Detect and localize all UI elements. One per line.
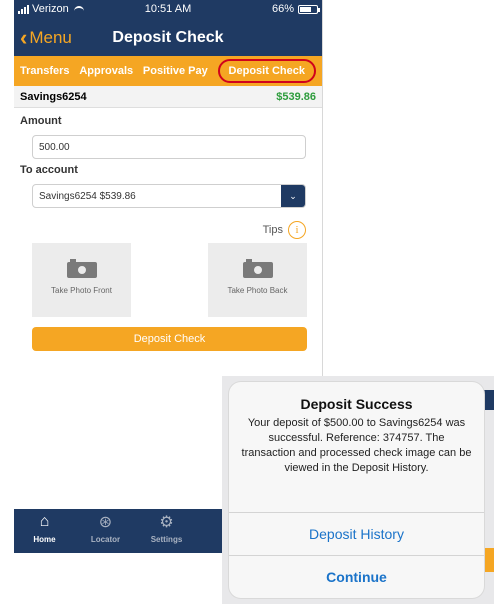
deposit-success-dialog: Deposit Success Your deposit of $500.00 … bbox=[229, 382, 484, 598]
status-bar: Verizon 10:51 AM 66% bbox=[14, 0, 322, 20]
to-account-select[interactable]: Savings6254 $539.86 ⌄ bbox=[32, 184, 306, 208]
account-summary: Savings6254 $539.86 bbox=[14, 86, 322, 108]
tabbar-settings[interactable]: ⚙ Settings bbox=[136, 509, 197, 553]
photo-back-label: Take Photo Back bbox=[227, 286, 288, 295]
tab-transfers[interactable]: Transfers bbox=[20, 65, 70, 77]
take-photo-back-button[interactable]: Take Photo Back bbox=[208, 243, 307, 317]
take-photo-front-button[interactable]: Take Photo Front bbox=[32, 243, 131, 317]
tab-positive-pay[interactable]: Positive Pay bbox=[143, 65, 208, 77]
tips-label: Tips bbox=[262, 224, 283, 236]
camera-icon bbox=[66, 258, 97, 278]
tab-approvals[interactable]: Approvals bbox=[79, 65, 133, 77]
deposit-history-button[interactable]: Deposit History bbox=[229, 512, 484, 555]
battery-percent: 66% bbox=[271, 3, 294, 15]
tips-link[interactable]: Tips i bbox=[263, 221, 306, 239]
photo-front-label: Take Photo Front bbox=[51, 286, 112, 295]
tabbar-locator[interactable]: ⊛ Locator bbox=[75, 509, 136, 553]
feature-tabs: Transfers Approvals Positive Pay Deposit… bbox=[14, 56, 322, 86]
alert-title: Deposit Success bbox=[300, 396, 413, 412]
to-account-label: To account bbox=[20, 164, 78, 176]
amount-field[interactable]: 500.00 bbox=[32, 135, 306, 159]
page-title: Deposit Check bbox=[112, 29, 224, 46]
alert-message: Your deposit of $500.00 to Savings6254 w… bbox=[241, 417, 472, 474]
amount-label: Amount bbox=[20, 115, 62, 127]
battery-icon bbox=[298, 4, 320, 14]
gear-icon: ⚙ bbox=[159, 514, 174, 531]
account-name: Savings6254 bbox=[20, 90, 87, 103]
tabbar-home[interactable]: ⌂ Home bbox=[14, 509, 75, 553]
nav-bar: ‹ Menu Deposit Check bbox=[14, 20, 322, 56]
chevron-down-icon[interactable]: ⌄ bbox=[281, 185, 305, 207]
deposit-check-button[interactable]: Deposit Check bbox=[32, 327, 307, 351]
continue-button[interactable]: Continue bbox=[229, 555, 484, 598]
to-account-value: Savings6254 $539.86 bbox=[39, 190, 136, 202]
home-icon: ⌂ bbox=[39, 513, 50, 530]
camera-icon bbox=[242, 258, 273, 278]
info-icon: i bbox=[288, 221, 306, 239]
tab-deposit-check[interactable]: Deposit Check bbox=[217, 59, 316, 83]
account-balance: $539.86 bbox=[276, 90, 316, 103]
locator-icon: ⊛ bbox=[98, 514, 113, 531]
